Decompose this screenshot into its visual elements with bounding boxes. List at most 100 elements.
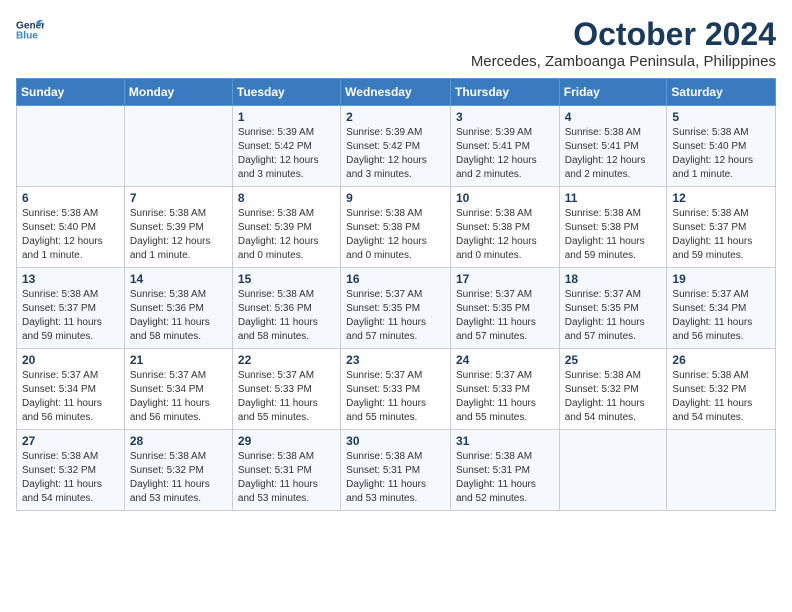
day-detail: Sunrise: 5:38 AM Sunset: 5:40 PM Dayligh… <box>672 126 770 182</box>
day-number: 14 <box>130 272 227 286</box>
day-detail: Sunrise: 5:39 AM Sunset: 5:41 PM Dayligh… <box>456 126 554 182</box>
day-number: 15 <box>238 272 335 286</box>
day-number: 31 <box>456 434 554 448</box>
day-number: 24 <box>456 353 554 367</box>
day-number: 28 <box>130 434 227 448</box>
calendar-cell: 6 Sunrise: 5:38 AM Sunset: 5:40 PM Daylig… <box>17 187 125 268</box>
col-tuesday: Tuesday <box>232 79 340 106</box>
col-wednesday: Wednesday <box>341 79 451 106</box>
calendar-cell: 7 Sunrise: 5:38 AM Sunset: 5:39 PM Daylig… <box>124 187 232 268</box>
page-header: General Blue October 2024 Mercedes, Zamb… <box>16 16 776 70</box>
day-number: 2 <box>346 110 445 124</box>
day-detail: Sunrise: 5:38 AM Sunset: 5:40 PM Dayligh… <box>22 207 119 263</box>
calendar-cell: 26Sunrise: 5:38 AM Sunset: 5:32 PM Dayli… <box>667 349 776 430</box>
calendar-cell: 16 Sunrise: 5:37 AM Sunset: 5:35 PM Dayli… <box>341 268 451 349</box>
day-number: 29 <box>238 434 335 448</box>
calendar-table: Sunday Monday Tuesday Wednesday Thursday… <box>16 78 776 511</box>
day-detail: Sunrise: 5:38 AM Sunset: 5:36 PM Dayligh… <box>130 288 227 344</box>
day-number: 8 <box>238 191 335 205</box>
day-number: 7 <box>130 191 227 205</box>
day-detail: Sunrise: 5:38 AM Sunset: 5:31 PM Dayligh… <box>238 450 335 506</box>
day-detail: Sunrise: 5:38 AM Sunset: 5:32 PM Dayligh… <box>22 450 119 506</box>
day-detail: Sunrise: 5:37 AM Sunset: 5:35 PM Dayligh… <box>346 288 445 344</box>
day-detail: Sunrise: 5:37 AM Sunset: 5:33 PM Dayligh… <box>346 369 445 425</box>
day-detail: Sunrise: 5:38 AM Sunset: 5:31 PM Dayligh… <box>456 450 554 506</box>
day-detail: Sunrise: 5:37 AM Sunset: 5:35 PM Dayligh… <box>456 288 554 344</box>
day-number: 11 <box>565 191 662 205</box>
calendar-cell: 30 Sunrise: 5:38 AM Sunset: 5:31 PM Dayli… <box>341 430 451 511</box>
col-thursday: Thursday <box>450 79 559 106</box>
title-area: October 2024 Mercedes, Zamboanga Peninsu… <box>471 16 776 70</box>
calendar-cell: 11 Sunrise: 5:38 AM Sunset: 5:38 PM Dayli… <box>559 187 667 268</box>
day-number: 30 <box>346 434 445 448</box>
day-detail: Sunrise: 5:37 AM Sunset: 5:34 PM Dayligh… <box>22 369 119 425</box>
col-saturday: Saturday <box>667 79 776 106</box>
header-row: Sunday Monday Tuesday Wednesday Thursday… <box>17 79 776 106</box>
day-detail: Sunrise: 5:38 AM Sunset: 5:36 PM Dayligh… <box>238 288 335 344</box>
calendar-cell: 12 Sunrise: 5:38 AM Sunset: 5:37 PM Dayli… <box>667 187 776 268</box>
day-detail: Sunrise: 5:37 AM Sunset: 5:35 PM Dayligh… <box>565 288 662 344</box>
day-number: 25 <box>565 353 662 367</box>
day-detail: Sunrise: 5:38 AM Sunset: 5:31 PM Dayligh… <box>346 450 445 506</box>
calendar-cell: 8 Sunrise: 5:38 AM Sunset: 5:39 PM Daylig… <box>232 187 340 268</box>
calendar-cell: 19 Sunrise: 5:37 AM Sunset: 5:34 PM Dayli… <box>667 268 776 349</box>
calendar-cell: 17Sunrise: 5:37 AM Sunset: 5:35 PM Dayli… <box>450 268 559 349</box>
day-number: 26 <box>672 353 770 367</box>
day-detail: Sunrise: 5:37 AM Sunset: 5:34 PM Dayligh… <box>130 369 227 425</box>
day-detail: Sunrise: 5:38 AM Sunset: 5:38 PM Dayligh… <box>346 207 445 263</box>
day-detail: Sunrise: 5:39 AM Sunset: 5:42 PM Dayligh… <box>346 126 445 182</box>
calendar-cell: 9Sunrise: 5:38 AM Sunset: 5:38 PM Daylig… <box>341 187 451 268</box>
day-number: 27 <box>22 434 119 448</box>
calendar-cell <box>124 106 232 187</box>
day-number: 3 <box>456 110 554 124</box>
logo-area: General Blue <box>16 16 44 44</box>
day-detail: Sunrise: 5:37 AM Sunset: 5:34 PM Dayligh… <box>672 288 770 344</box>
day-number: 1 <box>238 110 335 124</box>
calendar-cell <box>17 106 125 187</box>
calendar-cell: 10 Sunrise: 5:38 AM Sunset: 5:38 PM Dayli… <box>450 187 559 268</box>
day-detail: Sunrise: 5:39 AM Sunset: 5:42 PM Dayligh… <box>238 126 335 182</box>
page-subtitle: Mercedes, Zamboanga Peninsula, Philippin… <box>471 53 776 70</box>
calendar-cell <box>667 430 776 511</box>
day-number: 23 <box>346 353 445 367</box>
day-detail: Sunrise: 5:37 AM Sunset: 5:33 PM Dayligh… <box>456 369 554 425</box>
day-detail: Sunrise: 5:38 AM Sunset: 5:41 PM Dayligh… <box>565 126 662 182</box>
calendar-cell: 3 Sunrise: 5:39 AM Sunset: 5:41 PM Daylig… <box>450 106 559 187</box>
calendar-cell: 18Sunrise: 5:37 AM Sunset: 5:35 PM Dayli… <box>559 268 667 349</box>
calendar-cell: 28 Sunrise: 5:38 AM Sunset: 5:32 PM Dayli… <box>124 430 232 511</box>
calendar-cell: 31 Sunrise: 5:38 AM Sunset: 5:31 PM Dayli… <box>450 430 559 511</box>
calendar-cell: 5Sunrise: 5:38 AM Sunset: 5:40 PM Daylig… <box>667 106 776 187</box>
week-row-3: 13 Sunrise: 5:38 AM Sunset: 5:37 PM Dayli… <box>17 268 776 349</box>
day-detail: Sunrise: 5:37 AM Sunset: 5:33 PM Dayligh… <box>238 369 335 425</box>
day-number: 12 <box>672 191 770 205</box>
day-number: 22 <box>238 353 335 367</box>
day-detail: Sunrise: 5:38 AM Sunset: 5:32 PM Dayligh… <box>565 369 662 425</box>
day-number: 16 <box>346 272 445 286</box>
day-detail: Sunrise: 5:38 AM Sunset: 5:37 PM Dayligh… <box>672 207 770 263</box>
svg-text:Blue: Blue <box>16 31 38 42</box>
day-detail: Sunrise: 5:38 AM Sunset: 5:39 PM Dayligh… <box>130 207 227 263</box>
calendar-cell: 15 Sunrise: 5:38 AM Sunset: 5:36 PM Dayli… <box>232 268 340 349</box>
calendar-cell: 4 Sunrise: 5:38 AM Sunset: 5:41 PM Daylig… <box>559 106 667 187</box>
week-row-1: 1 Sunrise: 5:39 AM Sunset: 5:42 PM Daylig… <box>17 106 776 187</box>
calendar-cell: 21Sunrise: 5:37 AM Sunset: 5:34 PM Dayli… <box>124 349 232 430</box>
calendar-cell: 24 Sunrise: 5:37 AM Sunset: 5:33 PM Dayli… <box>450 349 559 430</box>
day-number: 20 <box>22 353 119 367</box>
day-detail: Sunrise: 5:38 AM Sunset: 5:37 PM Dayligh… <box>22 288 119 344</box>
day-detail: Sunrise: 5:38 AM Sunset: 5:38 PM Dayligh… <box>565 207 662 263</box>
day-number: 13 <box>22 272 119 286</box>
calendar-cell: 22 Sunrise: 5:37 AM Sunset: 5:33 PM Dayli… <box>232 349 340 430</box>
day-number: 19 <box>672 272 770 286</box>
day-detail: Sunrise: 5:38 AM Sunset: 5:39 PM Dayligh… <box>238 207 335 263</box>
calendar-cell: 2 Sunrise: 5:39 AM Sunset: 5:42 PM Daylig… <box>341 106 451 187</box>
week-row-4: 20 Sunrise: 5:37 AM Sunset: 5:34 PM Dayli… <box>17 349 776 430</box>
day-detail: Sunrise: 5:38 AM Sunset: 5:38 PM Dayligh… <box>456 207 554 263</box>
day-number: 10 <box>456 191 554 205</box>
day-detail: Sunrise: 5:38 AM Sunset: 5:32 PM Dayligh… <box>130 450 227 506</box>
col-monday: Monday <box>124 79 232 106</box>
col-friday: Friday <box>559 79 667 106</box>
week-row-5: 27 Sunrise: 5:38 AM Sunset: 5:32 PM Dayli… <box>17 430 776 511</box>
calendar-cell: 13 Sunrise: 5:38 AM Sunset: 5:37 PM Dayli… <box>17 268 125 349</box>
day-number: 4 <box>565 110 662 124</box>
day-number: 6 <box>22 191 119 205</box>
